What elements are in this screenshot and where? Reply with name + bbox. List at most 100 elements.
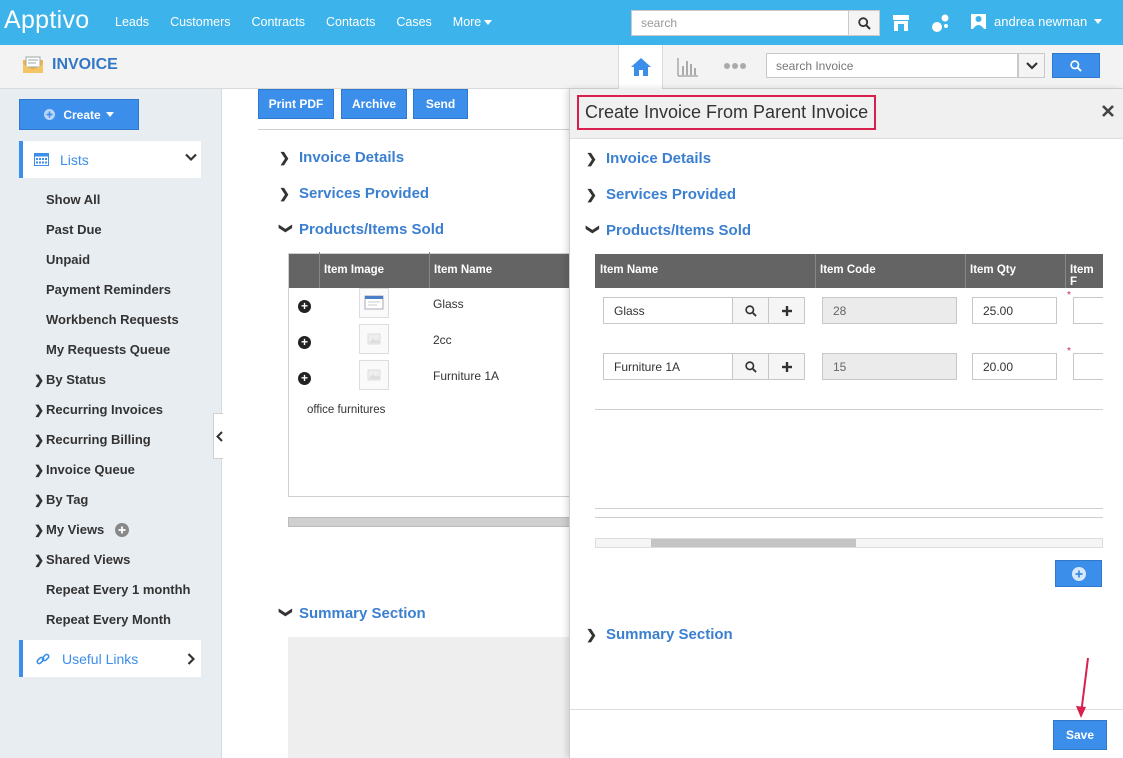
chevron-right-icon: ❯ — [586, 150, 597, 166]
create-label: Create — [63, 107, 101, 122]
add-item-button[interactable] — [768, 353, 805, 380]
sidebar-item-shared-views[interactable]: ❯ Shared Views — [34, 552, 130, 567]
invoice-envelope-icon — [23, 56, 43, 73]
expand-row-icon[interactable]: + — [298, 300, 311, 313]
section-title: Products/Items Sold — [299, 221, 445, 238]
sidebar-item-label: Recurring Billing — [46, 432, 151, 447]
item-name-cell: 2cc — [433, 333, 452, 347]
overlay-section-invoice-details[interactable]: ❯ Invoice Details — [586, 150, 711, 167]
chevron-down-icon — [1025, 61, 1038, 70]
sidebar-item-past-due[interactable]: Past Due — [46, 222, 102, 237]
divider — [595, 517, 1103, 518]
sidebar-item-workbench-requests[interactable]: Workbench Requests — [46, 312, 179, 327]
nav-link-customers[interactable]: Customers — [170, 15, 230, 29]
products-grid-header: Item Image Item Name — [289, 252, 569, 288]
sidebar-item-label: By Tag — [46, 492, 89, 507]
sidebar-item-repeat-every-month[interactable]: Repeat Every Month — [46, 612, 171, 627]
col-separator — [965, 254, 966, 288]
search-icon — [744, 360, 757, 373]
item-name-input[interactable]: Furniture 1A — [603, 353, 733, 380]
sidebar-item-by-status[interactable]: ❯ By Status — [34, 372, 106, 387]
item-price-input[interactable] — [1073, 353, 1103, 380]
section-invoice-details[interactable]: ❯ Invoice Details — [279, 149, 404, 166]
scrollbar-thumb[interactable] — [651, 539, 856, 547]
nav-more-label: More — [452, 15, 482, 29]
search-filter-dropdown[interactable] — [1018, 53, 1045, 78]
add-view-icon[interactable] — [115, 522, 130, 537]
connections-icon[interactable] — [930, 12, 952, 34]
apptivo-logo[interactable]: Apptivo — [4, 6, 90, 35]
nav-link-contracts[interactable]: Contracts — [252, 15, 306, 29]
section-summary[interactable]: ❯ Summary Section — [279, 605, 426, 622]
chevron-right-icon: ❯ — [34, 492, 45, 507]
app-title-text: INVOICE — [52, 56, 118, 73]
add-item-button[interactable] — [768, 297, 805, 324]
close-icon[interactable] — [1102, 105, 1114, 117]
chevron-right-icon: ❯ — [279, 149, 290, 165]
col-item-qty: Item Qty — [970, 264, 1017, 276]
add-row-button[interactable] — [1055, 560, 1102, 587]
home-button[interactable] — [618, 45, 663, 89]
item-lookup-button[interactable] — [732, 353, 769, 380]
nav-link-more[interactable]: More — [452, 15, 493, 29]
sidebar-item-recurring-billing[interactable]: ❯ Recurring Billing — [34, 432, 151, 447]
sidebar-item-label: By Status — [46, 372, 106, 387]
plus-icon — [781, 305, 792, 316]
sidebar-item-my-requests-queue[interactable]: My Requests Queue — [46, 342, 170, 357]
section-services-provided[interactable]: ❯ Services Provided — [279, 185, 429, 202]
user-name: andrea newman — [994, 14, 1088, 29]
top-nav: Apptivo Leads Customers Contracts Contac… — [0, 0, 1123, 45]
nav-link-cases[interactable]: Cases — [396, 15, 431, 29]
sidebar-item-payment-reminders[interactable]: Payment Reminders — [46, 282, 171, 297]
nav-link-leads[interactable]: Leads — [115, 15, 149, 29]
section-title: Invoice Details — [606, 150, 712, 167]
send-button[interactable]: Send — [413, 89, 468, 119]
expand-row-icon[interactable]: + — [298, 372, 311, 385]
panel-footer — [570, 709, 1123, 758]
divider — [595, 409, 1103, 410]
print-pdf-button[interactable]: Print PDF — [258, 89, 334, 119]
archive-button[interactable]: Archive — [341, 89, 407, 119]
section-title: Summary Section — [299, 605, 426, 622]
user-menu[interactable]: andrea newman — [971, 14, 1103, 29]
horizontal-scrollbar[interactable] — [595, 538, 1103, 548]
invoice-search-button[interactable] — [1052, 53, 1100, 78]
overlay-section-products-items-sold[interactable]: ❯ Products/Items Sold — [586, 222, 751, 239]
overlay-section-services-provided[interactable]: ❯ Services Provided — [586, 186, 736, 203]
app-title[interactable]: INVOICE — [22, 56, 118, 74]
item-qty-input[interactable]: 25.00 — [972, 297, 1057, 324]
item-note: office furnitures — [307, 404, 386, 416]
invoice-detail-view: Print PDF Archive Send ❯ Invoice Details … — [223, 89, 569, 758]
useful-links-panel-header[interactable]: Useful Links — [19, 640, 201, 677]
item-lookup-button[interactable] — [732, 297, 769, 324]
store-icon[interactable] — [890, 12, 912, 34]
section-title: Services Provided — [299, 185, 430, 202]
section-products-items-sold[interactable]: ❯ Products/Items Sold — [279, 221, 444, 238]
bar-chart-icon[interactable] — [677, 57, 699, 77]
item-name-input[interactable]: Glass — [603, 297, 733, 324]
sidebar-item-my-views[interactable]: ❯ My Views — [34, 522, 130, 537]
invoice-search-input[interactable]: search Invoice — [766, 53, 1018, 78]
chevron-right-icon: ❯ — [34, 522, 45, 537]
sidebar-item-show-all[interactable]: Show All — [46, 192, 100, 207]
link-icon — [36, 653, 50, 664]
more-options-icon[interactable] — [724, 62, 746, 70]
sidebar-item-recurring-invoices[interactable]: ❯ Recurring Invoices — [34, 402, 163, 417]
pointer-arrow-annotation — [1076, 657, 1089, 718]
sidebar-item-unpaid[interactable]: Unpaid — [46, 252, 90, 267]
global-search-input[interactable]: search — [631, 10, 849, 36]
sidebar-item-repeat-every-1-monthh[interactable]: Repeat Every 1 monthh — [46, 582, 191, 597]
global-search-button[interactable] — [848, 10, 880, 36]
item-price-input[interactable] — [1073, 297, 1103, 324]
horizontal-scrollbar[interactable] — [288, 517, 569, 527]
expand-row-icon[interactable]: + — [298, 336, 311, 349]
overlay-section-summary[interactable]: ❯ Summary Section — [586, 626, 733, 643]
sidebar-item-invoice-queue[interactable]: ❯ Invoice Queue — [34, 462, 135, 477]
lists-panel-header[interactable]: Lists — [19, 141, 201, 178]
nav-link-contacts[interactable]: Contacts — [326, 15, 375, 29]
create-button[interactable]: Create — [19, 99, 139, 130]
item-qty-input[interactable]: 20.00 — [972, 353, 1057, 380]
chevron-right-icon: ❯ — [279, 185, 290, 201]
sidebar-item-by-tag[interactable]: ❯ By Tag — [34, 492, 88, 507]
save-button[interactable]: Save — [1053, 720, 1107, 750]
